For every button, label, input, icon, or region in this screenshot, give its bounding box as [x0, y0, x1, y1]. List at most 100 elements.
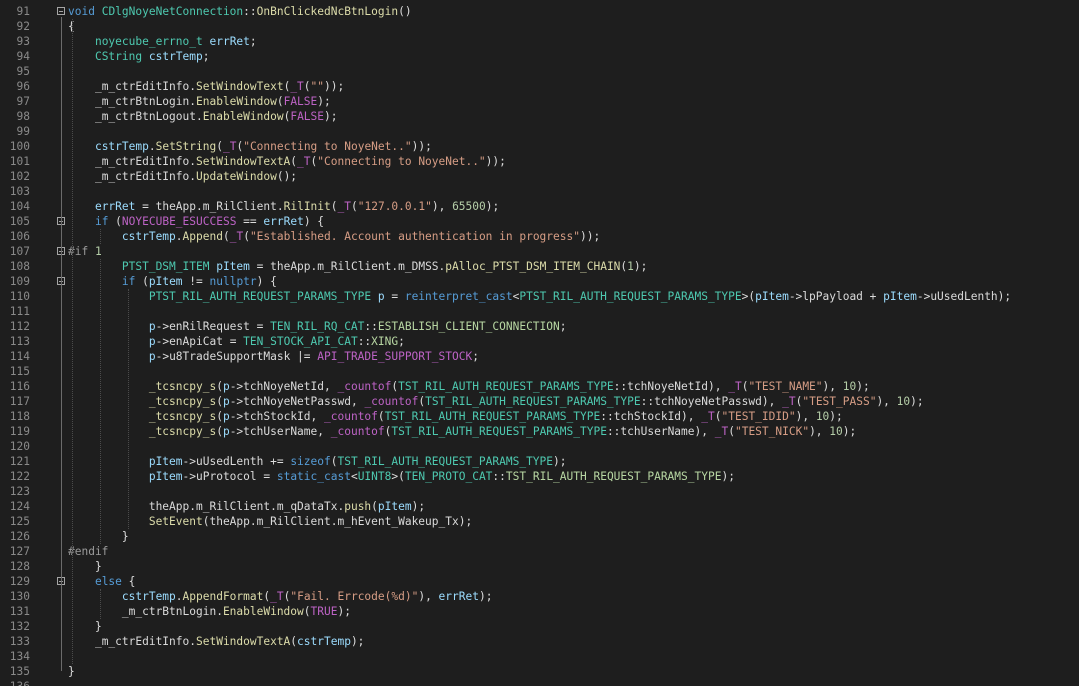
line-number: 108	[9, 260, 30, 273]
code-text: PTST_DSM_ITEM pItem = theApp.m_RilClient…	[68, 259, 648, 274]
code-text: CString cstrTemp;	[68, 49, 210, 64]
code-line[interactable]: 102 _m_ctrEditInfo.UpdateWindow();	[0, 169, 1079, 184]
code-line[interactable]: 124 theApp.m_RilClient.m_qDataTx.push(pI…	[0, 499, 1079, 514]
code-token: CDlgNoyeNetConnection	[101, 5, 244, 18]
code-text: _m_ctrEditInfo.UpdateWindow();	[68, 169, 297, 184]
code-line[interactable]: 112 p->enRilRequest = TEN_RIL_RQ_CAT::ES…	[0, 319, 1079, 334]
code-line[interactable]: 132 }	[0, 619, 1079, 634]
code-token: PTST_RIL_AUTH_REQUEST_PARAMS_TYPE	[519, 290, 742, 303]
code-line[interactable]: 118 _tcsncpy_s(p->tchStockId, _countof(T…	[0, 409, 1079, 424]
code-line[interactable]: 93 noyecube_errno_t errRet;	[0, 34, 1079, 49]
code-line[interactable]: 95	[0, 64, 1079, 79]
code-line[interactable]: 121 pItem->uUsedLenth += sizeof(TST_RIL_…	[0, 454, 1079, 469]
code-line[interactable]: 107 #if 1	[0, 244, 1079, 259]
fold-region-bar	[61, 287, 62, 536]
code-line[interactable]: 99	[0, 124, 1079, 139]
code-line[interactable]: 134	[0, 649, 1079, 664]
code-line[interactable]: 136	[0, 679, 1079, 686]
code-token: );	[829, 410, 843, 423]
code-line[interactable]: 96 _m_ctrEditInfo.SetWindowText(_T(""));	[0, 79, 1079, 94]
code-token: (	[303, 80, 311, 93]
code-token: m_qDataTx	[276, 500, 338, 513]
code-token: .	[196, 200, 203, 213]
code-line[interactable]: 111	[0, 304, 1079, 319]
code-token: );	[317, 95, 331, 108]
code-text: _tcsncpy_s(p->tchStockId, _countof(TST_R…	[68, 409, 843, 424]
code-line[interactable]: 120	[0, 439, 1079, 454]
code-editor[interactable]: 91 void CDlgNoyeNetConnection::OnBnClicke…	[0, 0, 1079, 686]
code-token: _m_ctrBtnLogin	[94, 95, 190, 108]
code-line[interactable]: 98 _m_ctrBtnLogout.EnableWindow(FALSE);	[0, 109, 1079, 124]
code-line[interactable]: 101 _m_ctrEditInfo.SetWindowTextA(_T("Co…	[0, 154, 1079, 169]
code-token: +=	[263, 455, 291, 468]
code-line[interactable]: 122 pItem->uProtocol = static_cast<UINT8…	[0, 469, 1079, 484]
code-token: (	[216, 425, 223, 438]
code-line[interactable]: 129 else {	[0, 574, 1079, 589]
code-line[interactable]: 108 PTST_DSM_ITEM pItem = theApp.m_RilCl…	[0, 259, 1079, 274]
code-text: errRet = theApp.m_RilClient.RilInit(_T("…	[68, 199, 499, 214]
code-token: pItem	[755, 290, 789, 303]
code-token: ""	[310, 80, 325, 93]
code-token: (	[216, 410, 223, 423]
code-line[interactable]: 105 if (NOYECUBE_ESUCCESS == errRet) {	[0, 214, 1079, 229]
code-line[interactable]: 97 _m_ctrBtnLogin.EnableWindow(FALSE);	[0, 94, 1079, 109]
line-number: 100	[9, 140, 30, 153]
code-line[interactable]: 100 cstrTemp.SetString(_T("Connecting to…	[0, 139, 1079, 154]
line-number: 110	[9, 290, 30, 303]
code-token: tchStockId	[243, 410, 311, 423]
code-token: _T	[270, 590, 284, 603]
code-token: TST_RIL_AUTH_REQUEST_PARAMS_TYPE	[425, 395, 641, 408]
line-number: 135	[9, 665, 30, 678]
code-token: _T	[290, 80, 304, 93]
code-line[interactable]: 117 _tcsncpy_s(p->tchNoyeNetPasswd, _cou…	[0, 394, 1079, 409]
code-line[interactable]: 135}	[0, 664, 1079, 679]
code-line[interactable]: 103	[0, 184, 1079, 199]
code-token: .	[276, 200, 284, 213]
code-token: _m_ctrEditInfo	[94, 155, 190, 168]
code-token: tchUserName	[243, 425, 318, 438]
code-line[interactable]: 110 PTST_RIL_AUTH_REQUEST_PARAMS_TYPE p …	[0, 289, 1079, 304]
code-line[interactable]: 114 p->u8TradeSupportMask |= API_TRADE_S…	[0, 349, 1079, 364]
code-token: ));	[579, 230, 601, 243]
code-line[interactable]: 130 cstrTemp.AppendFormat(_T("Fail. Errc…	[0, 589, 1079, 604]
code-line[interactable]: 115	[0, 364, 1079, 379]
code-line[interactable]: 92{	[0, 19, 1079, 34]
code-text: theApp.m_RilClient.m_qDataTx.push(pItem)…	[68, 499, 425, 514]
line-number: 119	[9, 425, 30, 438]
code-text: _tcsncpy_s(p->tchNoyeNetId, _countof(TST…	[68, 379, 870, 394]
code-line[interactable]: 113 p->enApiCat = TEN_STOCK_API_CAT::XIN…	[0, 334, 1079, 349]
code-token: );	[337, 605, 351, 618]
code-line[interactable]: 109 if (pItem != nullptr) {	[0, 274, 1079, 289]
code-line[interactable]: 91 void CDlgNoyeNetConnection::OnBnClicke…	[0, 4, 1079, 19]
code-token: m_DMSS	[398, 260, 439, 273]
code-line[interactable]: 119 _tcsncpy_s(p->tchUserName, _countof(…	[0, 424, 1079, 439]
code-line[interactable]: 116 _tcsncpy_s(p->tchNoyeNetId, _countof…	[0, 379, 1079, 394]
code-token: ::	[606, 425, 621, 438]
code-line[interactable]: 126 }	[0, 529, 1079, 544]
code-token: "Fail. Errcode(%d)"	[290, 590, 419, 603]
code-line[interactable]: 128 }	[0, 559, 1079, 574]
code-line[interactable]: 127 #endif	[0, 544, 1079, 559]
code-text: else {	[68, 574, 135, 589]
code-token: (	[216, 380, 223, 393]
code-line[interactable]: 104 errRet = theApp.m_RilClient.RilInit(…	[0, 199, 1079, 214]
code-token: theApp	[155, 200, 197, 213]
fold-collapse-icon[interactable]	[57, 7, 65, 15]
code-line[interactable]: 125 SetEvent(theApp.m_RilClient.m_hEvent…	[0, 514, 1079, 529]
code-token: (	[377, 410, 385, 423]
code-line[interactable]: 106 cstrTemp.Append(_T("Established. Acc…	[0, 229, 1079, 244]
indent-guide	[100, 229, 101, 244]
code-text: }	[68, 664, 75, 679]
code-line[interactable]: 94 CString cstrTemp;	[0, 49, 1079, 64]
code-line[interactable]: 131 _m_ctrBtnLogin.EnableWindow(TRUE);	[0, 604, 1079, 619]
code-line[interactable]: 133 _m_ctrEditInfo.SetWindowTextA(cstrTe…	[0, 634, 1079, 649]
line-number: 109	[9, 275, 30, 288]
code-line[interactable]: 123	[0, 484, 1079, 499]
code-token: _m_ctrBtnLogout	[94, 110, 196, 123]
code-token: (	[728, 425, 735, 438]
